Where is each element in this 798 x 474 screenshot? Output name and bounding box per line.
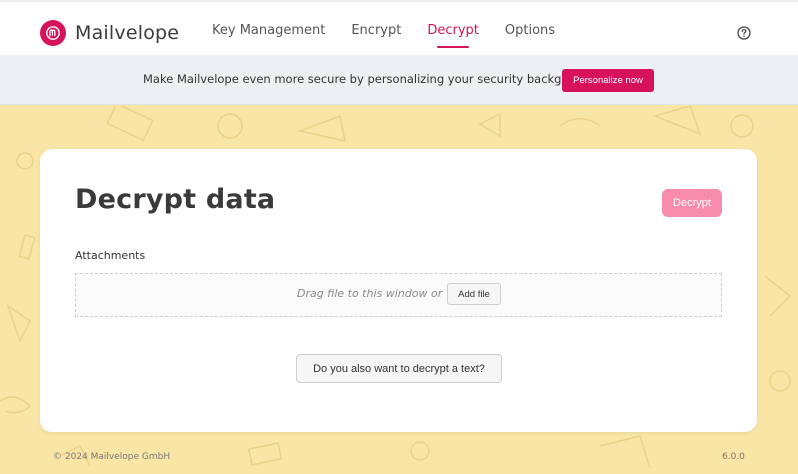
banner-text: Make Mailvelope even more secure by pers… (143, 72, 599, 86)
nav-key-management[interactable]: Key Management (212, 23, 325, 38)
footer-version: 6.0.0 (722, 452, 745, 462)
question-circle-icon[interactable] (737, 26, 751, 40)
attachments-label: Attachments (75, 249, 146, 262)
decrypt-button[interactable]: Decrypt (662, 189, 722, 217)
file-dropzone[interactable]: Drag file to this window or Add file (75, 273, 722, 317)
personalize-now-button[interactable]: Personalize now (562, 69, 654, 92)
dropzone-text: Drag file to this window or (297, 287, 443, 300)
main-nav: Key Management Encrypt Decrypt Options (212, 23, 581, 48)
nav-options[interactable]: Options (505, 23, 555, 38)
footer-copyright: © 2024 Mailvelope GmbH (53, 452, 171, 462)
decrypt-text-button[interactable]: Do you also want to decrypt a text? (296, 354, 502, 383)
top-navbar: Mailvelope Key Management Encrypt Decryp… (0, 0, 798, 55)
app-name: Mailvelope (75, 22, 180, 44)
mailvelope-logo[interactable]: Mailvelope (40, 20, 179, 46)
add-file-button[interactable]: Add file (447, 283, 501, 305)
nav-decrypt[interactable]: Decrypt (427, 23, 479, 48)
personalize-banner: Make Mailvelope even more secure by pers… (0, 55, 798, 105)
logo-mark-icon (40, 20, 66, 46)
decrypt-card: Decrypt data Decrypt Attachments Drag fi… (40, 149, 757, 432)
page-title: Decrypt data (75, 184, 276, 215)
nav-encrypt[interactable]: Encrypt (351, 23, 401, 38)
